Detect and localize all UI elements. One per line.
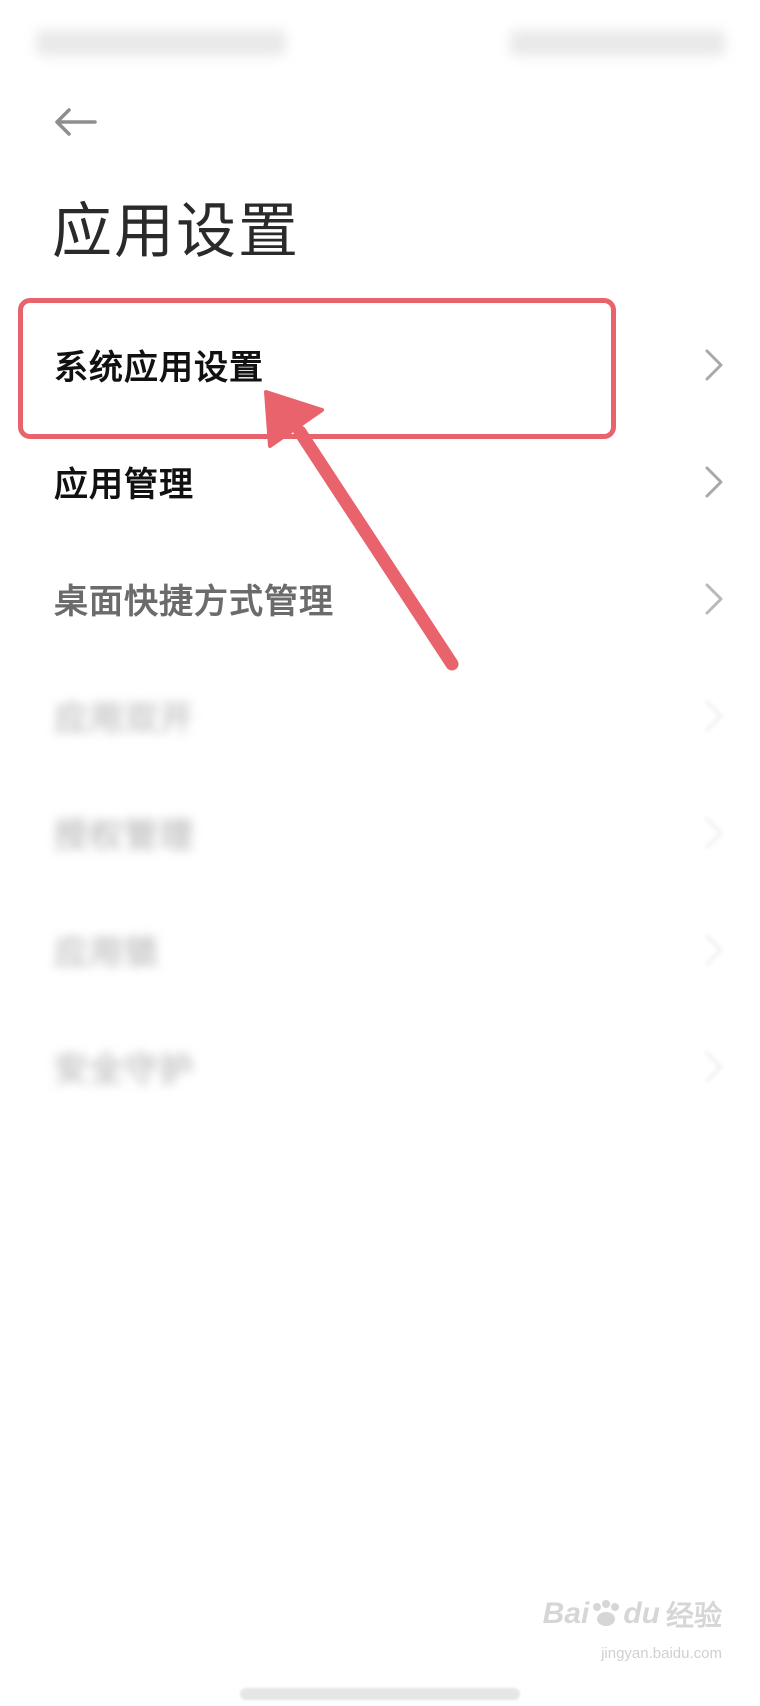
list-item-dual-apps[interactable]: 应用双开 [0, 657, 760, 774]
paw-icon [593, 1600, 620, 1626]
list-item-label: 安全守护 [54, 1050, 194, 1090]
chevron-right-icon [705, 934, 723, 965]
status-right-blur [510, 30, 725, 56]
watermark-brand: Bai [542, 1597, 590, 1630]
list-item-label: 系统应用设置 [54, 348, 264, 388]
list-item-label: 授权管理 [54, 816, 194, 856]
home-indicator[interactable] [240, 1688, 520, 1700]
status-left-blur [36, 30, 286, 56]
list-item-app-management[interactable]: 应用管理 [0, 423, 760, 540]
arrow-left-icon [55, 108, 97, 136]
status-bar [0, 0, 760, 90]
list-item-permissions[interactable]: 授权管理 [0, 774, 760, 891]
list-item-system-app-settings[interactable]: 系统应用设置 [0, 306, 760, 423]
list-item-label: 应用锁 [54, 933, 159, 973]
list-item-label: 桌面快捷方式管理 [54, 582, 334, 622]
chevron-right-icon [705, 349, 723, 380]
page-title: 应用设置 [52, 197, 300, 267]
chevron-right-icon [705, 466, 723, 497]
list-item-app-lock[interactable]: 应用锁 [0, 891, 760, 1008]
settings-list: 系统应用设置 应用管理 桌面快捷方式管理 应用双开 授权管理 应用锁 安全守护 [0, 306, 760, 1125]
chevron-right-icon [705, 583, 723, 614]
watermark-brand-paw: du [623, 1597, 660, 1630]
baidu-jingyan-watermark: Bai du 经验 [543, 1594, 722, 1634]
watermark-url: jingyan.baidu.com [601, 1645, 722, 1662]
watermark-brand-cn: 经验 [665, 1600, 722, 1631]
list-item-label: 应用管理 [54, 465, 194, 505]
list-item-desktop-shortcut-management[interactable]: 桌面快捷方式管理 [0, 540, 760, 657]
chevron-right-icon [705, 700, 723, 731]
chevron-right-icon [705, 1051, 723, 1082]
back-button[interactable] [40, 92, 110, 152]
list-item-label: 应用双开 [54, 699, 194, 739]
list-item-security-guard[interactable]: 安全守护 [0, 1008, 760, 1125]
chevron-right-icon [705, 817, 723, 848]
